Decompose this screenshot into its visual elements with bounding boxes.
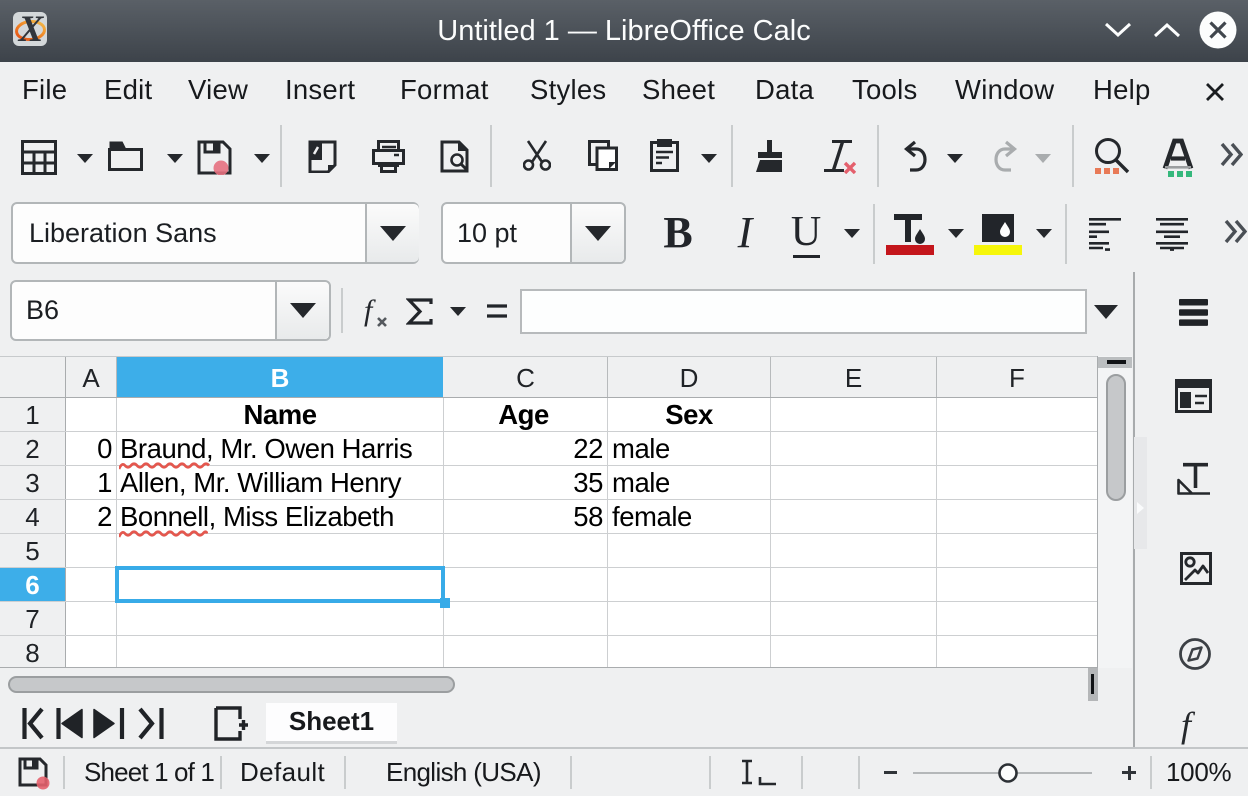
svg-text:f: f xyxy=(364,296,376,327)
